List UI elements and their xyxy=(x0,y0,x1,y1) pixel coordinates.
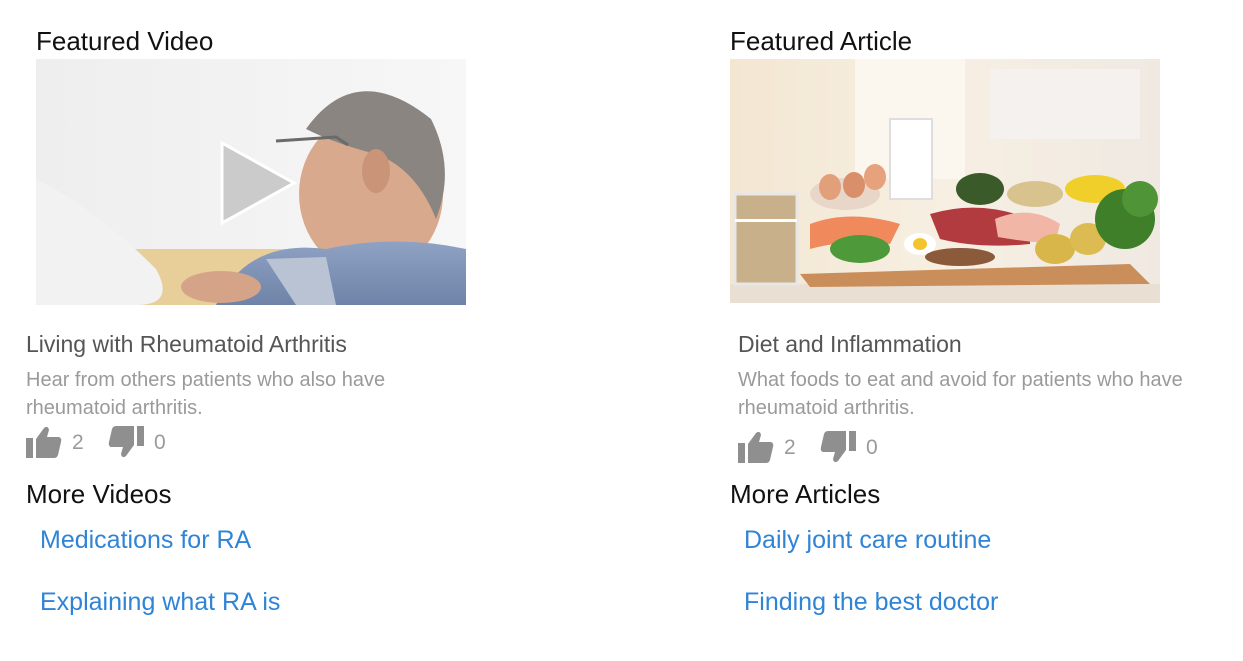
thumbs-up-icon[interactable] xyxy=(26,425,62,459)
featured-article-description: What foods to eat and avoid for patients… xyxy=(738,369,1183,419)
thumbs-up-icon[interactable] xyxy=(738,430,774,464)
featured-article-heading: Featured Article xyxy=(730,26,913,56)
video-thumbnail-image xyxy=(36,59,466,305)
article-thumbnail-image xyxy=(730,59,1160,303)
more-video-link[interactable]: Explaining what RA is xyxy=(40,588,280,617)
featured-video-thumbnail[interactable] xyxy=(36,59,466,305)
more-videos-heading: More Videos xyxy=(26,479,172,509)
thumbs-down-icon[interactable] xyxy=(820,430,856,464)
featured-video-description: Hear from others patients who also have … xyxy=(26,369,386,419)
featured-video-heading: Featured Video xyxy=(36,26,214,56)
article-dislike-count: 0 xyxy=(866,436,878,459)
more-video-link[interactable]: Medications for RA xyxy=(40,526,251,555)
more-article-link[interactable]: Daily joint care routine xyxy=(744,526,991,555)
featured-article-thumbnail[interactable] xyxy=(730,59,1160,303)
thumbs-down-icon[interactable] xyxy=(108,425,144,459)
article-like-count: 2 xyxy=(784,436,796,459)
video-like-count: 2 xyxy=(72,431,84,454)
featured-article-title[interactable]: Diet and Inflammation xyxy=(738,331,962,358)
more-articles-heading: More Articles xyxy=(730,479,881,509)
video-dislike-count: 0 xyxy=(154,431,166,454)
featured-video-title[interactable]: Living with Rheumatoid Arthritis xyxy=(26,331,347,358)
more-article-link[interactable]: Finding the best doctor xyxy=(744,588,998,617)
